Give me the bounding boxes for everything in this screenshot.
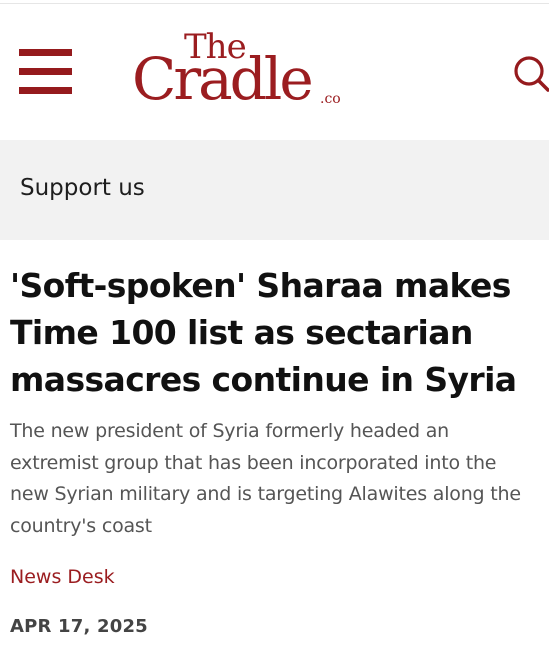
article-header: 'Soft-spoken' Sharaa makes Time 100 list… (10, 262, 540, 637)
search-icon (514, 56, 549, 92)
author-link[interactable]: News Desk (10, 566, 115, 588)
site-logo[interactable]: The Cradle .co (130, 30, 360, 120)
support-banner: Support us (0, 140, 549, 240)
menu-button[interactable] (19, 49, 73, 95)
site-header: The Cradle .co (0, 4, 549, 140)
logo-domain-text: .co (320, 91, 341, 107)
support-us-link[interactable]: Support us (20, 175, 145, 201)
logo-cradle-text: Cradle (132, 45, 314, 113)
article-summary: The new president of Syria formerly head… (10, 420, 521, 537)
article-headline: 'Soft-spoken' Sharaa makes Time 100 list… (10, 266, 517, 399)
publish-date: APR 17, 2025 (10, 616, 148, 637)
search-button[interactable] (512, 54, 549, 94)
